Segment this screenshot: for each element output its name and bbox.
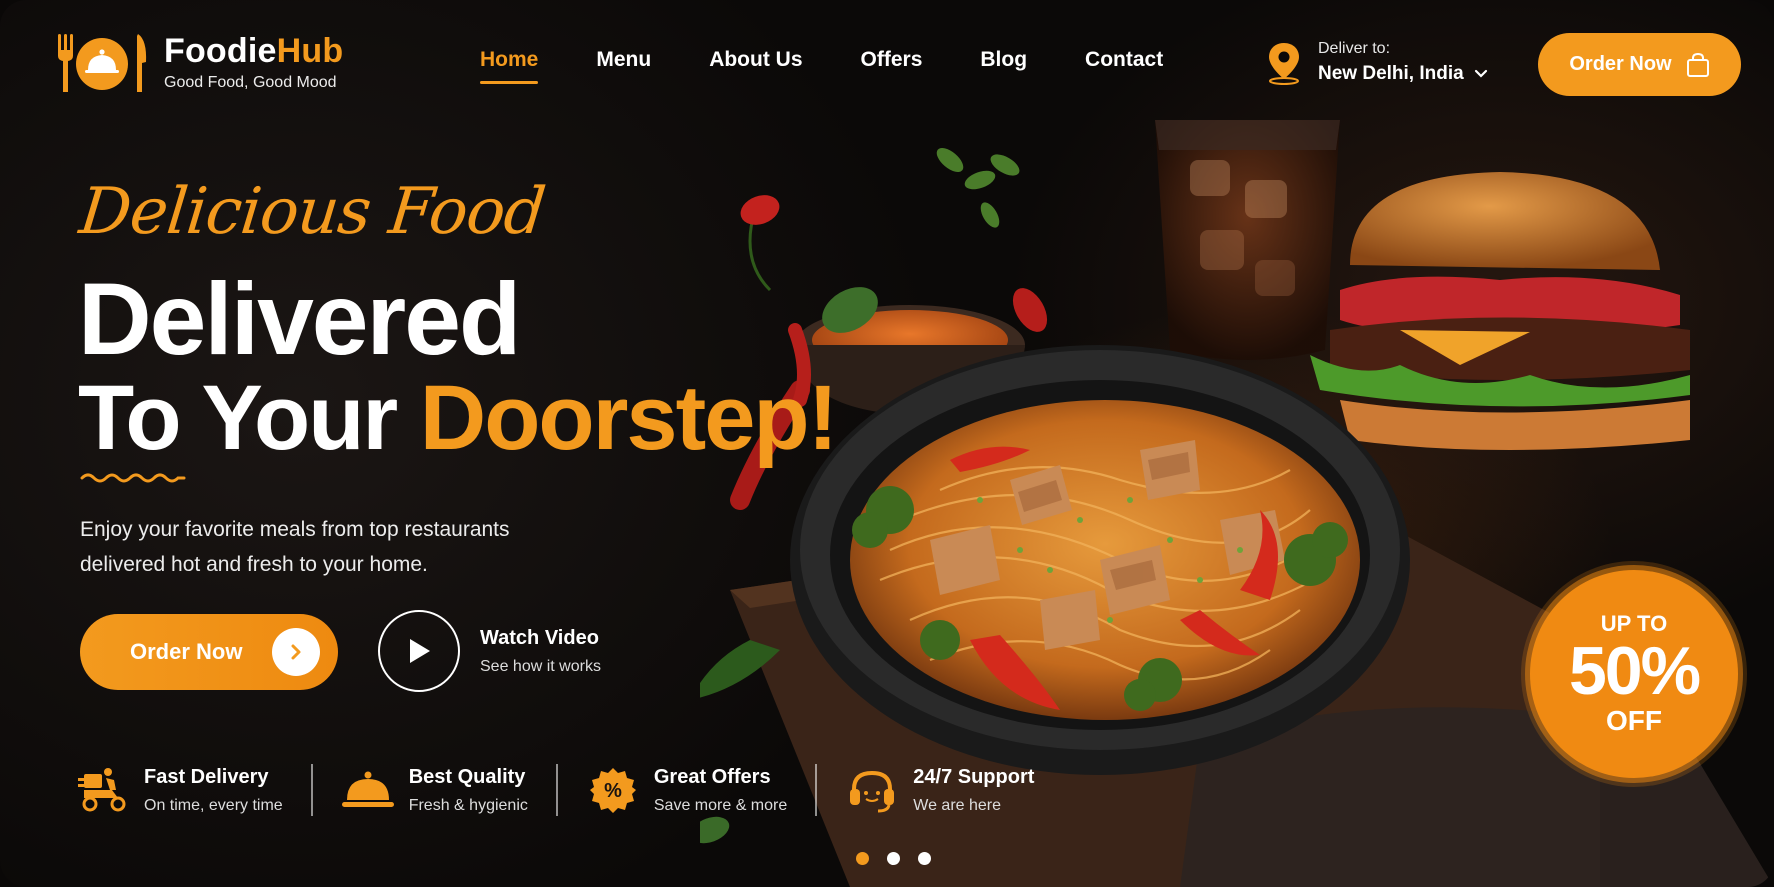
delivery-scooter-icon [76,766,130,814]
nav-item-home[interactable]: Home [480,48,539,84]
brand-tagline: Good Food, Good Mood [164,74,337,91]
feature-best-quality: Best Quality Fresh & hygienic [341,760,528,820]
squiggle-divider-icon [80,473,186,483]
feature-support: 24/7 Support We are here [845,760,1034,820]
top-navigation: FoodieHub Good Food, Good Mood Home Menu… [0,0,1774,120]
chevron-down-icon [1474,69,1487,78]
carousel-dots [856,852,931,865]
nav-item-offers[interactable]: Offers [861,48,923,72]
delivery-location-selector[interactable]: Deliver to: New Delhi, India [1264,40,1488,85]
brand-logo[interactable]: FoodieHub Good Food, Good Mood [50,30,343,96]
feature-fast-delivery: Fast Delivery On time, every time [76,760,283,820]
hero-subtext: Enjoy your favorite meals from top resta… [80,518,510,576]
watch-video-button[interactable]: Watch Video See how it works [378,610,601,692]
hero-order-now-button[interactable]: Order Now [80,614,338,690]
feature-title: Great Offers [653,765,771,788]
feature-divider [555,764,558,816]
location-pin-icon [1269,42,1299,85]
badge-line3: OFF [1606,705,1662,736]
feature-subtitle: On time, every time [144,796,283,814]
nav-item-contact[interactable]: Contact [1085,48,1163,72]
nav-item-menu[interactable]: Menu [596,48,651,72]
shopping-bag-icon [1686,52,1709,77]
hero-headline-line1: Delivered [78,262,521,376]
main-menu: Home Menu About Us Offers Blog Contact [480,48,1221,84]
burger [1310,172,1690,450]
feature-subtitle: We are here [913,796,1002,814]
feature-divider [310,764,313,816]
cloche-icon [341,766,395,814]
svg-text:%: % [604,780,622,802]
feature-strip: Fast Delivery On time, every time Best Q… [76,760,1034,820]
hero-script-title: Delicious Food [76,175,549,249]
cola-glass [1155,120,1340,360]
brand-name: FoodieHub [164,32,344,70]
discount-badge-icon: % [586,766,640,814]
watch-video-subtitle: See how it works [480,657,601,675]
feature-title: Best Quality [408,765,526,788]
badge-percent: 50% [1568,633,1701,709]
feature-divider [815,764,818,816]
feature-title: 24/7 Support [913,765,1035,788]
nav-item-about-us[interactable]: About Us [709,48,802,72]
carousel-dot-2[interactable] [887,852,900,865]
play-icon [378,610,460,692]
nav-item-blog[interactable]: Blog [980,48,1027,72]
watch-video-title: Watch Video [480,626,599,649]
discount-badge[interactable]: UP TO 50% OFF [1530,570,1738,778]
carousel-dot-1[interactable] [856,852,869,865]
deliver-location-value: New Delhi, India [1318,63,1464,84]
headset-icon [845,766,899,814]
landing-page: FoodieHub Good Food, Good Mood Home Menu… [0,0,1774,887]
nav-order-label: Order Now [1569,53,1672,75]
feature-subtitle: Fresh & hygienic [408,796,528,814]
hero-headline-line2: To Your Doorstep! [78,367,838,469]
arrow-right-icon [272,628,320,676]
fork-knife-cloche-icon [58,34,147,92]
carousel-dot-3[interactable] [918,852,931,865]
feature-subtitle: Save more & more [653,796,788,814]
hero-order-label: Order Now [130,639,243,664]
feature-great-offers: % Great Offers Save more & more [586,760,787,820]
feature-title: Fast Delivery [144,765,269,788]
deliver-to-label: Deliver to: [1318,40,1391,57]
nav-order-now-button[interactable]: Order Now [1538,33,1741,96]
